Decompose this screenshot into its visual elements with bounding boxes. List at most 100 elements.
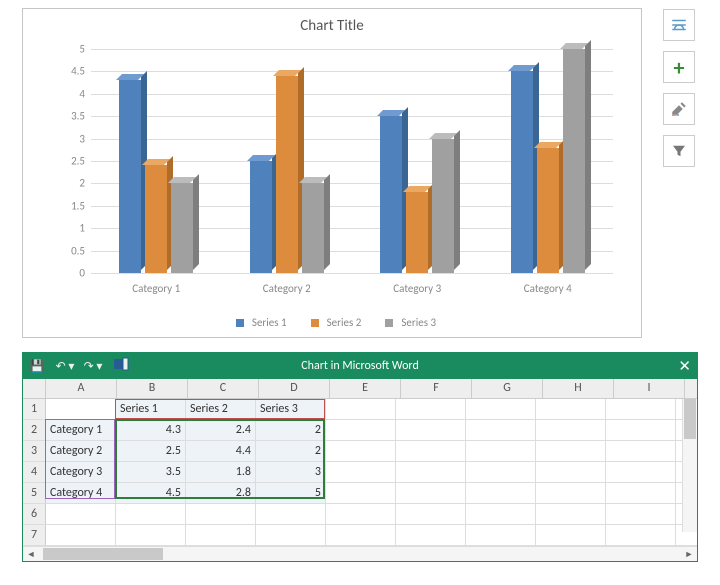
cell[interactable] — [46, 504, 116, 524]
undo-icon[interactable]: ↶ ▾ — [51, 359, 79, 374]
chart-filters-button[interactable] — [663, 135, 695, 167]
cell[interactable] — [606, 525, 676, 545]
bar[interactable] — [145, 165, 167, 273]
cell[interactable]: 3.5 — [116, 462, 186, 482]
cell[interactable]: 2.4 — [186, 420, 256, 440]
cell[interactable] — [326, 504, 396, 524]
legend-item[interactable]: Series 2 — [303, 316, 362, 329]
cell[interactable] — [116, 525, 186, 545]
word-icon[interactable] — [107, 356, 135, 376]
column-header[interactable]: I — [614, 379, 685, 398]
column-header[interactable]: D — [259, 379, 330, 398]
chart-elements-button[interactable]: + — [663, 51, 695, 83]
cell[interactable] — [186, 504, 256, 524]
cell[interactable]: Category 2 — [46, 441, 116, 461]
cell[interactable] — [606, 399, 676, 419]
row-header[interactable]: 5 — [23, 483, 46, 503]
cell[interactable] — [606, 483, 676, 503]
cell[interactable] — [186, 525, 256, 545]
row-header[interactable]: 3 — [23, 441, 46, 461]
redo-icon[interactable]: ↷ ▾ — [79, 359, 107, 374]
cell[interactable]: Series 1 — [116, 399, 186, 419]
cell[interactable] — [326, 420, 396, 440]
cell[interactable] — [466, 525, 536, 545]
cell[interactable] — [606, 504, 676, 524]
cell[interactable] — [466, 504, 536, 524]
legend-item[interactable]: Series 3 — [377, 316, 436, 329]
cell[interactable] — [606, 462, 676, 482]
row-header[interactable]: 1 — [23, 399, 46, 419]
column-header[interactable]: F — [401, 379, 472, 398]
cell[interactable] — [536, 504, 606, 524]
cell[interactable]: 3 — [256, 462, 326, 482]
cell[interactable] — [466, 441, 536, 461]
scrollbar-vertical[interactable] — [682, 399, 697, 532]
column-header[interactable]: H — [543, 379, 614, 398]
cell[interactable] — [466, 462, 536, 482]
close-icon[interactable]: ✕ — [678, 357, 691, 376]
bar[interactable] — [119, 80, 141, 273]
cell[interactable]: 2 — [256, 441, 326, 461]
cell[interactable] — [326, 483, 396, 503]
cell[interactable] — [466, 483, 536, 503]
cell[interactable] — [46, 525, 116, 545]
cell[interactable]: 4.5 — [116, 483, 186, 503]
cell[interactable] — [466, 420, 536, 440]
cell[interactable] — [326, 441, 396, 461]
cell[interactable] — [256, 525, 326, 545]
row-header[interactable]: 6 — [23, 504, 46, 524]
cell[interactable] — [326, 462, 396, 482]
column-header[interactable]: C — [188, 379, 259, 398]
cell[interactable] — [606, 441, 676, 461]
chart-styles-button[interactable] — [663, 93, 695, 125]
cell[interactable] — [116, 504, 186, 524]
chart-container[interactable]: Chart Title 00.511.522.533.544.55Categor… — [22, 8, 642, 338]
bar[interactable] — [563, 49, 585, 273]
bar[interactable] — [406, 192, 428, 273]
save-icon[interactable]: 💾 — [23, 359, 51, 374]
column-header[interactable]: G — [472, 379, 543, 398]
cell[interactable] — [536, 441, 606, 461]
cell[interactable]: Series 3 — [256, 399, 326, 419]
scrollbar-horizontal[interactable]: ◄ ► — [23, 546, 697, 561]
select-all-corner[interactable] — [23, 379, 46, 398]
cell[interactable]: 2.5 — [116, 441, 186, 461]
bar[interactable] — [432, 139, 454, 273]
column-header[interactable]: E — [330, 379, 401, 398]
bar[interactable] — [302, 183, 324, 273]
cell[interactable]: Category 4 — [46, 483, 116, 503]
bar[interactable] — [537, 148, 559, 273]
cell[interactable] — [606, 420, 676, 440]
column-header[interactable]: B — [117, 379, 188, 398]
bar[interactable] — [250, 161, 272, 273]
cell[interactable] — [536, 483, 606, 503]
cell[interactable]: Category 3 — [46, 462, 116, 482]
cell[interactable] — [396, 504, 466, 524]
cell[interactable] — [536, 525, 606, 545]
cell[interactable] — [396, 399, 466, 419]
row-header[interactable]: 7 — [23, 525, 46, 545]
cell[interactable]: 5 — [256, 483, 326, 503]
cell[interactable]: 4.4 — [186, 441, 256, 461]
cell[interactable] — [536, 420, 606, 440]
cell[interactable] — [396, 525, 466, 545]
cell[interactable] — [396, 483, 466, 503]
column-header[interactable]: A — [46, 379, 117, 398]
spreadsheet[interactable]: ABCDEFGHI 1Series 1Series 2Series 32Cate… — [23, 379, 697, 546]
cell[interactable]: 2 — [256, 420, 326, 440]
cell[interactable] — [536, 462, 606, 482]
cell[interactable]: 2.8 — [186, 483, 256, 503]
row-header[interactable]: 4 — [23, 462, 46, 482]
cell[interactable] — [396, 441, 466, 461]
cell[interactable] — [326, 525, 396, 545]
cell[interactable]: 4.3 — [116, 420, 186, 440]
cell[interactable] — [396, 420, 466, 440]
cell[interactable] — [256, 504, 326, 524]
row-header[interactable]: 2 — [23, 420, 46, 440]
cell[interactable] — [326, 399, 396, 419]
bar[interactable] — [276, 76, 298, 273]
cell[interactable] — [466, 399, 536, 419]
bar[interactable] — [511, 71, 533, 273]
bar[interactable] — [380, 116, 402, 273]
cell[interactable] — [46, 399, 116, 419]
